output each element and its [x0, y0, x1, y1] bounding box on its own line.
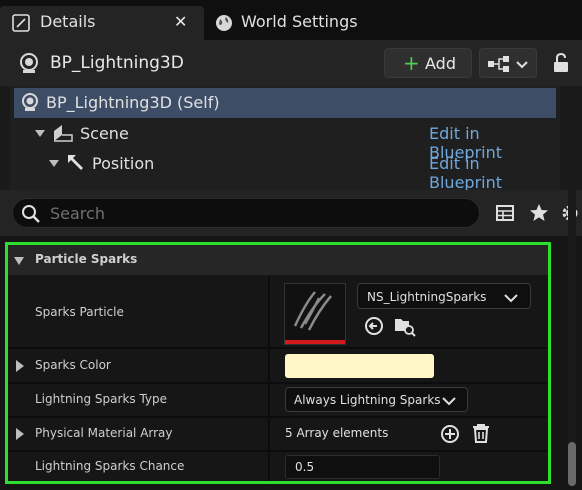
add-button-label: Add: [425, 54, 456, 73]
actor-icon: [20, 92, 40, 112]
tab-world-settings-label: World Settings: [241, 12, 358, 31]
tab-details[interactable]: Details ✕: [0, 6, 204, 40]
move-arrow-icon: [66, 153, 86, 173]
globe-icon: [214, 13, 234, 33]
plus-icon: +: [403, 51, 420, 75]
actor-name: BP_Lightning3D: [50, 53, 184, 73]
collapse-arrow-icon[interactable]: [34, 128, 46, 138]
tree-item-self[interactable]: BP_Lightning3D (Self): [14, 88, 556, 118]
blueprint-options-button[interactable]: [479, 48, 537, 78]
scene-component-icon: [52, 123, 74, 143]
search-placeholder: Search: [50, 204, 105, 223]
tree-item-position[interactable]: Position Edit in Blueprint: [14, 150, 556, 192]
tab-details-label: Details: [40, 12, 96, 31]
tree-item-label: BP_Lightning3D (Self): [46, 93, 220, 112]
scrollbar-thumb[interactable]: [568, 442, 576, 486]
search-icon: [21, 204, 41, 224]
highlight-frame: [5, 242, 551, 484]
search-input[interactable]: Search: [12, 198, 480, 228]
hierarchy-icon: [488, 56, 510, 72]
add-component-button[interactable]: + Add: [384, 48, 472, 78]
scrollbar[interactable]: [568, 86, 576, 486]
actor-icon: [18, 52, 40, 74]
chevron-down-icon: [516, 59, 528, 69]
edit-in-blueprint-link[interactable]: Edit in Blueprint: [429, 154, 556, 192]
collapse-arrow-icon[interactable]: [48, 158, 60, 168]
close-icon[interactable]: ✕: [174, 12, 187, 31]
tree-item-scene[interactable]: Scene Edit in Blueprint: [14, 120, 556, 162]
details-icon: [12, 14, 30, 32]
star-icon[interactable]: [529, 203, 549, 223]
table-view-icon[interactable]: [496, 205, 514, 221]
tree-item-label: Scene: [80, 124, 129, 143]
lock-icon[interactable]: [552, 52, 570, 74]
tree-item-label: Position: [92, 154, 155, 173]
tab-world-settings[interactable]: World Settings: [206, 6, 406, 40]
